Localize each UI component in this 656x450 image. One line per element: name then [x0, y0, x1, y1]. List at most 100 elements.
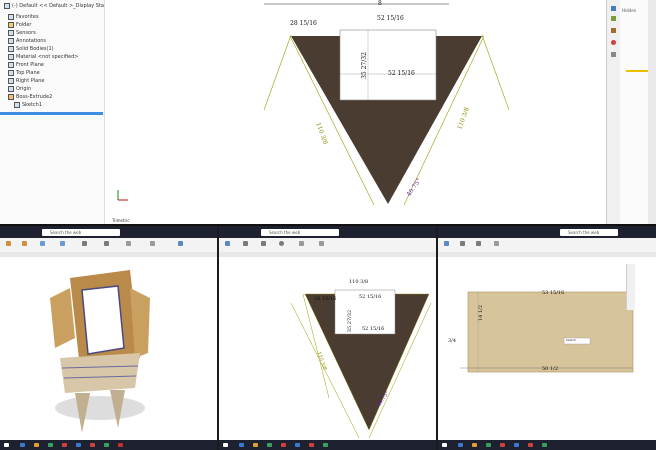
taskbar-app-icon[interactable] — [34, 443, 39, 447]
plane-icon — [8, 70, 14, 76]
panel-left-model-view — [50, 270, 150, 433]
panel-right-tabs — [438, 252, 656, 257]
taskbar-app-icon[interactable] — [104, 443, 109, 447]
library-icon[interactable] — [611, 28, 616, 33]
taskbar-app-icon[interactable] — [253, 443, 258, 447]
dim-right-left[interactable]: 14 1/2 — [478, 305, 484, 321]
dimension-icon[interactable] — [319, 241, 324, 246]
taskbar-app-icon[interactable] — [309, 443, 314, 447]
shell-icon[interactable] — [150, 241, 155, 246]
tree-item-favorites[interactable]: Favorites — [8, 14, 39, 20]
sweep-icon[interactable] — [40, 241, 45, 246]
taskbar-app-icon[interactable] — [76, 443, 81, 447]
extrude-icon[interactable] — [6, 241, 11, 246]
line-icon[interactable] — [476, 241, 481, 246]
sketch-icon[interactable] — [225, 241, 230, 246]
dim-right-small[interactable]: 3/4 — [448, 338, 456, 344]
dim-right-bottom[interactable]: 50 1/2 — [542, 366, 558, 372]
tree-item-right-plane[interactable]: Right Plane — [8, 78, 44, 84]
panel-middle-sketch-view — [290, 289, 432, 438]
panel-right-sketch-view — [460, 291, 634, 373]
dim-middle-vertical[interactable]: 35 27/32 — [347, 310, 353, 332]
start-icon[interactable] — [442, 443, 447, 447]
tree-selection-highlight — [0, 112, 103, 115]
resources-icon[interactable] — [611, 16, 616, 21]
dim-vertical[interactable]: 35 27/32 — [361, 52, 368, 79]
sensor-icon — [8, 30, 14, 36]
tree-item-annotations[interactable]: Annotations — [8, 38, 46, 44]
rib-icon[interactable] — [126, 241, 131, 246]
taskbar-app-icon[interactable] — [118, 443, 123, 447]
home-icon[interactable] — [611, 6, 616, 11]
tree-item-sketch[interactable]: Sketch1 — [14, 102, 42, 108]
taskbar-app-icon[interactable] — [486, 443, 491, 447]
tree-item-solid-bodies[interactable]: Solid Bodies(1) — [8, 46, 54, 52]
tree-item-folder[interactable]: Folder — [8, 22, 31, 28]
circle-icon[interactable] — [279, 241, 284, 246]
tree-item-front-plane[interactable]: Front Plane — [8, 62, 44, 68]
plane-icon — [8, 62, 14, 68]
taskbar-app-icon[interactable] — [48, 443, 53, 447]
taskbar-app-icon[interactable] — [90, 443, 95, 447]
dim-middle-left[interactable]: 28 15/16 — [314, 296, 336, 302]
panel-right-search[interactable]: Search the web — [560, 229, 618, 236]
panel-middle-ribbon — [219, 238, 436, 253]
start-icon[interactable] — [223, 443, 228, 447]
panel-left-taskbar — [0, 440, 217, 450]
palette-icon[interactable] — [611, 52, 616, 57]
taskbar-app-icon[interactable] — [267, 443, 272, 447]
taskbar-app-icon[interactable] — [281, 443, 286, 447]
tree-item-top-plane[interactable]: Top Plane — [8, 70, 40, 76]
tree-item-sensors[interactable]: Sensors — [8, 30, 36, 36]
tree-item-material[interactable]: Material <not specified> — [8, 54, 78, 60]
taskbar-app-icon[interactable] — [542, 443, 547, 447]
dim-right-top[interactable]: 53 15/16 — [542, 290, 564, 296]
panel-left-search[interactable]: Search the web — [42, 229, 120, 236]
sketch-tooltip: Sketch — [566, 338, 577, 342]
reference-icon[interactable] — [178, 241, 183, 246]
smart-dimension-icon[interactable] — [460, 241, 465, 246]
panel-right-taskbar — [438, 440, 656, 450]
panel-left-ribbon — [0, 238, 217, 253]
favorites-icon — [8, 14, 14, 20]
taskbar-app-icon[interactable] — [458, 443, 463, 447]
dim-inner[interactable]: 52 15/16 — [388, 70, 415, 77]
revolve-icon[interactable] — [22, 241, 27, 246]
sketch-icon[interactable] — [444, 241, 449, 246]
relations-icon[interactable] — [494, 241, 499, 246]
folder-icon — [8, 22, 14, 28]
panel-middle-search[interactable]: Search the web — [261, 229, 339, 236]
origin-icon — [8, 86, 14, 92]
tree-item-boss-extrude[interactable]: Boss-Extrude2 — [8, 94, 52, 100]
dim-middle-top[interactable]: 110 3/8 — [349, 279, 368, 285]
dim-top-left[interactable]: 28 15/16 — [290, 20, 317, 27]
taskbar-app-icon[interactable] — [62, 443, 67, 447]
start-icon[interactable] — [4, 443, 9, 447]
appearance-icon[interactable] — [611, 40, 616, 45]
dim-middle-inner[interactable]: 52 15/16 — [362, 326, 384, 332]
dim-top-right[interactable]: 52 15/16 — [377, 15, 404, 22]
taskbar-app-icon[interactable] — [514, 443, 519, 447]
fillet-icon[interactable] — [82, 241, 87, 246]
taskbar-app-icon[interactable] — [239, 443, 244, 447]
tree-item-origin[interactable]: Origin — [8, 86, 31, 92]
taskbar-app-icon[interactable] — [295, 443, 300, 447]
taskbar-app-icon[interactable] — [500, 443, 505, 447]
taskbar-app-icon[interactable] — [472, 443, 477, 447]
taskbar-app-icon[interactable] — [323, 443, 328, 447]
taskbar-app-icon[interactable] — [20, 443, 25, 447]
taskbar-app-icon[interactable] — [528, 443, 533, 447]
dim-middle-right[interactable]: 52 15/16 — [359, 294, 381, 300]
rectangle-icon[interactable] — [261, 241, 266, 246]
trim-icon[interactable] — [299, 241, 304, 246]
tree-root[interactable]: (-) Default << Default >_Display Sta — [4, 3, 104, 9]
plane-icon — [8, 78, 14, 84]
solid-body-icon — [8, 46, 14, 52]
pattern-icon[interactable] — [104, 241, 109, 246]
dim-top-edge[interactable]: 8 — [378, 0, 382, 7]
loft-icon[interactable] — [60, 241, 65, 246]
material-icon — [8, 54, 14, 60]
line-icon[interactable] — [243, 241, 248, 246]
sketch-viewport — [117, 3, 510, 206]
vertical-scrollbar[interactable] — [648, 0, 656, 224]
